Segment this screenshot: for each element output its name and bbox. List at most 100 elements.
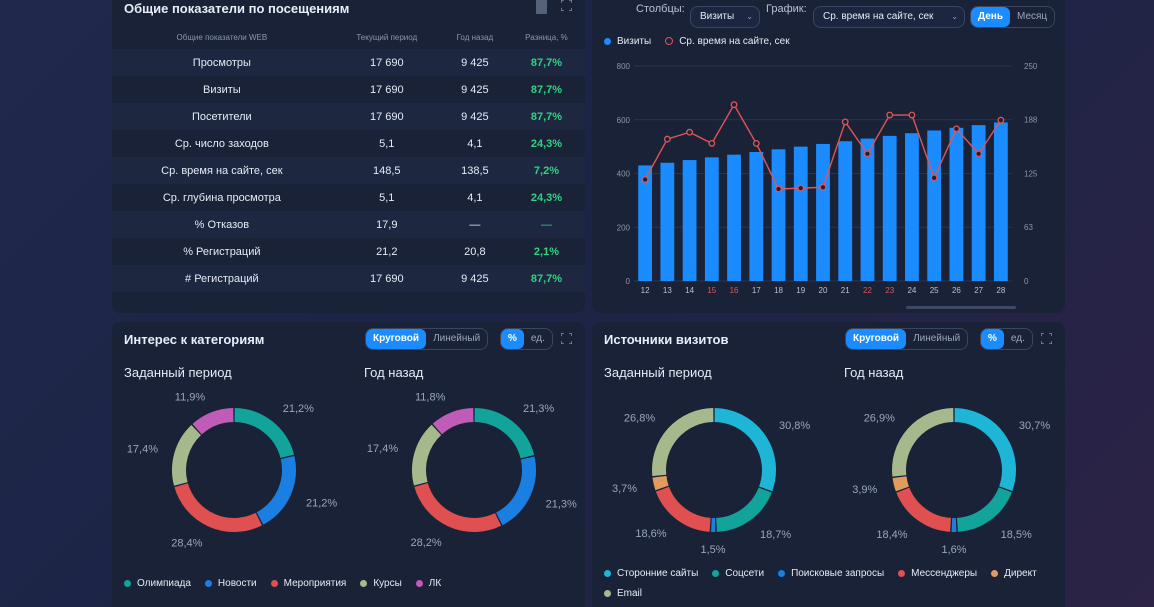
donut-slice[interactable] [495, 456, 536, 526]
line-toggle-button[interactable]: Линейный [906, 329, 967, 349]
y-tick-label: 600 [617, 116, 631, 125]
fullscreen-icon[interactable] [560, 332, 573, 347]
donut-slice[interactable] [172, 425, 202, 486]
donut-slice[interactable] [892, 476, 910, 492]
legend-item[interactable]: Олимпиада [124, 573, 191, 593]
categories-panel: Интерес к категориям Круговой Линейный %… [112, 322, 585, 607]
metric-diff: 87,7% [507, 265, 585, 292]
chart-type-toggle: Круговой Линейный [845, 328, 969, 350]
line-point [864, 150, 871, 158]
legend-item[interactable]: Соцсети [712, 563, 764, 583]
legend-item[interactable]: ЛК [415, 573, 442, 593]
bar [660, 162, 675, 281]
metric-diff: 7,2% [507, 157, 585, 184]
y-tick-label: 200 [617, 223, 631, 232]
sources-donut-prev: 30,7% 18,5% 1,6% 18,4% 3,9% 26,9% [852, 408, 1050, 556]
line-point [930, 174, 938, 182]
donut-slice[interactable] [414, 482, 502, 532]
visits-metrics-panel: Общие показатели по посещениям Общие пок… [112, 0, 585, 313]
donut-slice[interactable] [956, 487, 1012, 532]
donut-slice[interactable] [256, 455, 296, 525]
donut-slice[interactable] [892, 408, 954, 477]
legend-label: Сторонние сайты [617, 567, 699, 579]
period-prev-title: Год назад [844, 365, 904, 380]
donut-slice[interactable] [174, 483, 262, 532]
legend-item[interactable]: Директ [991, 563, 1037, 583]
table-row: Ср. глубина просмотра 5,1 4,1 24,3% [112, 184, 585, 211]
donut-slice-label: 28,2% [411, 537, 442, 549]
metric-value: 17,9 [331, 211, 442, 238]
x-tick-label: 12 [641, 286, 650, 295]
donut-slice[interactable] [432, 408, 474, 435]
donut-slice[interactable] [714, 408, 776, 492]
chart-scrollbar[interactable] [906, 306, 1016, 309]
bar [993, 122, 1008, 281]
line-point [686, 128, 694, 136]
bar [882, 135, 897, 281]
legend-item[interactable]: Сторонние сайты [604, 563, 698, 583]
units-button[interactable]: ед. [1004, 329, 1032, 349]
column-header: Текущий период [356, 33, 418, 42]
legend-item[interactable]: Мессенджеры [898, 563, 977, 583]
line-point [819, 183, 827, 191]
donut-slice[interactable] [474, 408, 535, 459]
period-current-title: Заданный период [124, 365, 232, 380]
table-row: Просмотры 17 690 9 425 87,7% [112, 49, 585, 76]
table-row: % Регистраций 21,2 20,8 2,1% [112, 238, 585, 265]
donut-slice[interactable] [896, 487, 952, 532]
sources-panel: Источники визитов Круговой Линейный % ед… [592, 322, 1065, 607]
line-point [908, 111, 916, 119]
legend-label: Мессенджеры [911, 567, 978, 579]
legend-label: Поисковые запросы [791, 567, 885, 579]
y-tick-label: 0 [626, 277, 631, 286]
legend-swatch [991, 569, 999, 577]
donut-slice[interactable] [192, 408, 234, 435]
donut-slice[interactable] [412, 424, 442, 486]
metric-name: % Регистраций [112, 238, 332, 265]
donut-slice[interactable] [234, 408, 295, 459]
bar [727, 154, 741, 281]
fullscreen-icon[interactable] [560, 0, 573, 14]
legend-item[interactable]: Мероприятия [270, 573, 346, 593]
donut-slice[interactable] [652, 408, 714, 477]
metric-value: 9 425 [441, 103, 508, 130]
metric-value: 5,1 [331, 130, 442, 157]
visits-chart-panel: Столбцы: Визиты ⌄ График: Ср. время на с… [592, 0, 1065, 313]
pie-toggle-button[interactable]: Круговой [846, 329, 907, 349]
legend-swatch [270, 579, 278, 587]
line-point [708, 139, 716, 147]
visits-combo-chart: 0 200 400 600 800 0 63 125 188 250 12 13 14 15 16 17 18 1… [617, 62, 1038, 295]
legend-item[interactable]: Email [604, 583, 642, 603]
donut-slice-label: 11,9% [175, 391, 206, 403]
legend-label: Новости [217, 577, 257, 589]
legend-item[interactable]: Курсы [360, 573, 402, 593]
table-row: Ср. время на сайте, сек 148,5 138,5 7,2% [112, 157, 585, 184]
legend-item[interactable]: Новости [204, 573, 257, 593]
donut-slice[interactable] [954, 408, 1016, 492]
legend-item[interactable]: Поисковые запросы [778, 563, 884, 583]
column-header: Общие показатели WEB [176, 33, 268, 42]
line-point [952, 125, 960, 133]
donut-slice-label: 26,9% [864, 413, 895, 425]
donut-slice[interactable] [652, 475, 669, 491]
line-point [886, 111, 894, 119]
line-toggle-button[interactable]: Линейный [426, 329, 487, 349]
units-button[interactable]: ед. [524, 329, 552, 349]
donut-slice[interactable] [655, 486, 711, 532]
percent-button[interactable]: % [501, 329, 524, 349]
pie-toggle-button[interactable]: Круговой [366, 329, 427, 349]
x-tick-label: 26 [952, 286, 961, 295]
line-point [775, 185, 782, 193]
metric-value: 17 690 [331, 49, 442, 76]
metric-name: # Регистраций [112, 265, 332, 292]
percent-button[interactable]: % [981, 329, 1004, 349]
metric-value: 20,8 [441, 238, 508, 265]
bar [860, 138, 875, 281]
export-icon[interactable] [536, 0, 547, 14]
bar [905, 133, 919, 281]
donut-slice[interactable] [715, 487, 772, 532]
legend-label: ЛК [428, 577, 442, 589]
legend-label: Курсы [373, 577, 402, 589]
fullscreen-icon[interactable] [1040, 332, 1053, 347]
period-current-title: Заданный период [604, 365, 712, 380]
